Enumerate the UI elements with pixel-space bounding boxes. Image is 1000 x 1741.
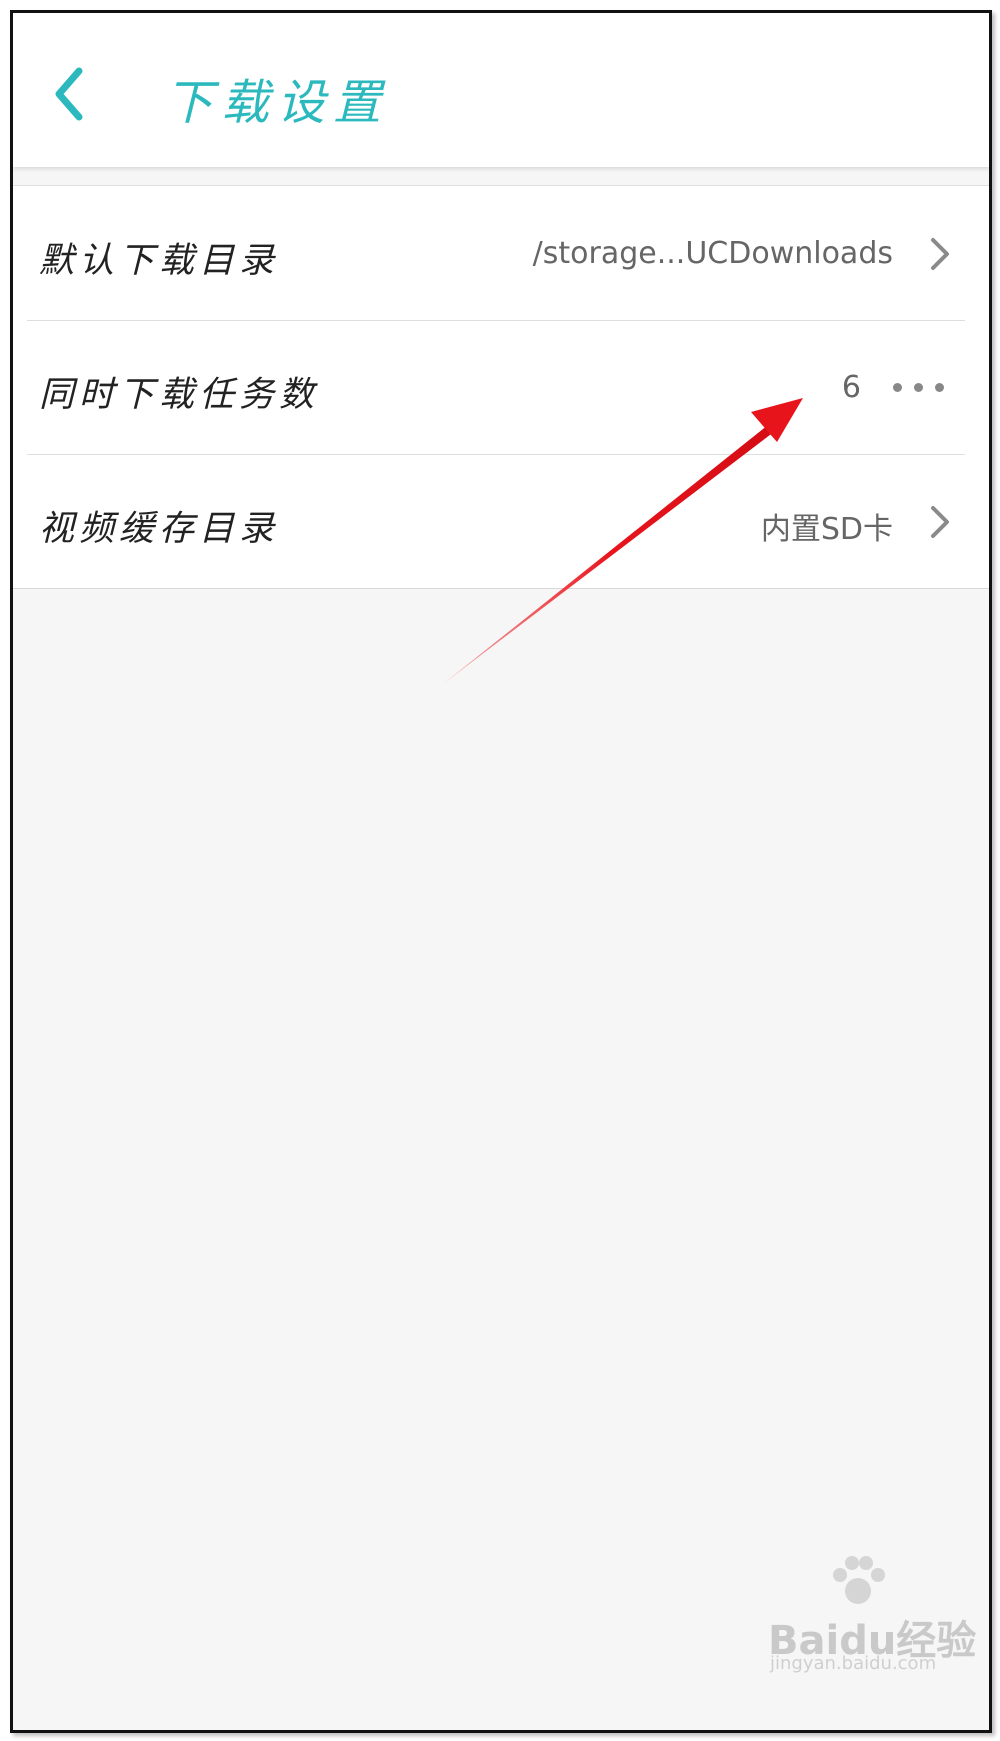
chevron-right-icon bbox=[931, 506, 949, 538]
setting-concurrent-downloads[interactable]: 同时下载任务数 6 bbox=[13, 320, 989, 454]
watermark: Baidu经验 jingyan.baidu.com bbox=[768, 1553, 976, 1674]
phone-screen: 下载设置 默认下载目录 /storage...UCDownloads 同时下载任… bbox=[10, 10, 992, 1733]
settings-list: 默认下载目录 /storage...UCDownloads 同时下载任务数 6 … bbox=[13, 185, 989, 589]
setting-value: 内置SD卡 bbox=[760, 512, 893, 547]
page-title: 下载设置 bbox=[165, 75, 390, 131]
setting-default-download-dir[interactable]: 默认下载目录 /storage...UCDownloads bbox=[13, 186, 989, 320]
setting-video-cache-dir[interactable]: 视频缓存目录 内置SD卡 bbox=[13, 454, 989, 588]
back-button[interactable] bbox=[41, 59, 101, 129]
setting-value: 6 bbox=[841, 370, 861, 405]
chevron-left-icon bbox=[55, 67, 83, 121]
setting-label: 默认下载目录 bbox=[39, 241, 280, 281]
watermark-url: jingyan.baidu.com bbox=[770, 1653, 937, 1674]
setting-label: 同时下载任务数 bbox=[39, 375, 320, 415]
chevron-right-icon bbox=[931, 238, 949, 270]
setting-label: 视频缓存目录 bbox=[39, 509, 280, 549]
more-dots-icon[interactable] bbox=[889, 380, 949, 394]
setting-value: /storage...UCDownloads bbox=[532, 236, 893, 271]
app-header: 下载设置 bbox=[13, 13, 989, 167]
paw-logo-icon bbox=[833, 1556, 885, 1604]
